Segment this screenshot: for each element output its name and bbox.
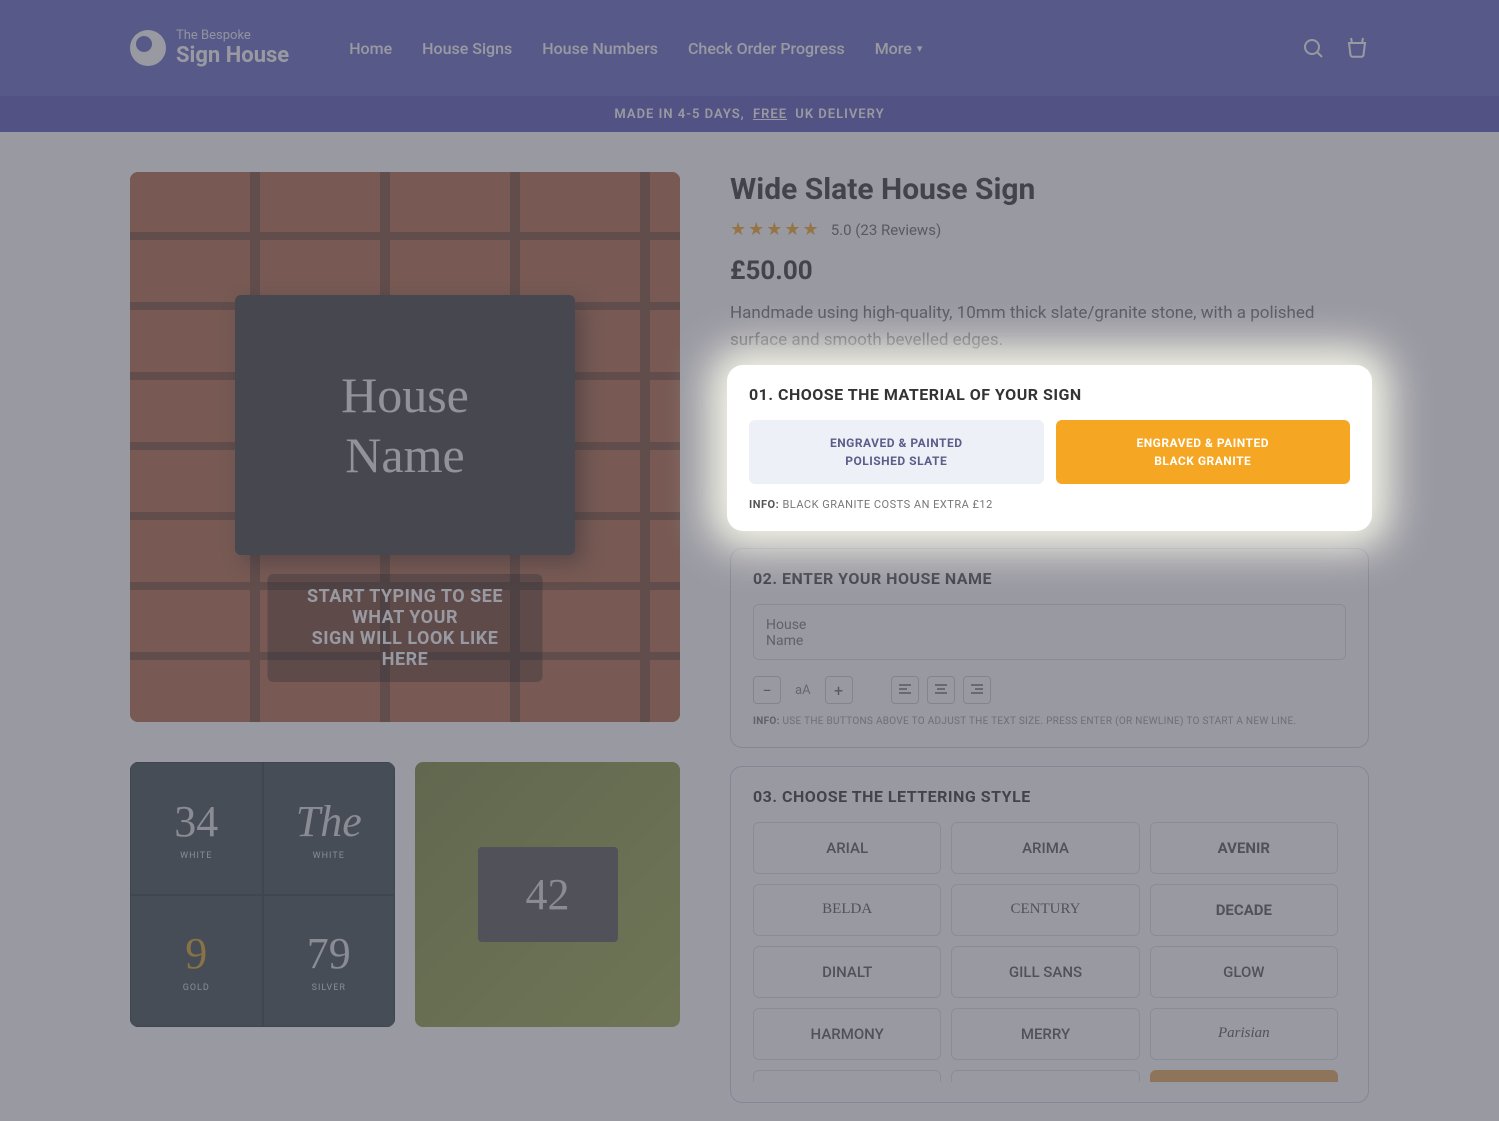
font-option-glow[interactable]: GLOW: [1150, 946, 1338, 998]
font-option-ovo[interactable]: OVO: [951, 1070, 1139, 1082]
sign-preview-text: House Name: [341, 365, 469, 485]
font-option-dinalt[interactable]: DINALT: [753, 946, 941, 998]
product-preview: House Name START TYPING TO SEE WHAT YOUR…: [130, 172, 680, 722]
font-option-belda[interactable]: BELDA: [753, 884, 941, 936]
font-option-arima[interactable]: ARIMA: [951, 822, 1139, 874]
text-size-increase-button[interactable]: +: [825, 676, 853, 704]
nav-more-label: More: [875, 39, 912, 58]
preview-hint: START TYPING TO SEE WHAT YOUR SIGN WILL …: [268, 574, 543, 682]
main-nav: Home House Signs House Numbers Check Ord…: [349, 39, 922, 58]
font-option-optima[interactable]: OPTIMA: [753, 1070, 941, 1082]
text-size-indicator: aA: [795, 683, 811, 698]
material-info: INFO: BLACK GRANITE COSTS AN EXTRA £12: [749, 498, 1350, 511]
text-size-decrease-button[interactable]: −: [753, 676, 781, 704]
font-option-avenir[interactable]: AVENIR: [1150, 822, 1338, 874]
nav-check-order[interactable]: Check Order Progress: [688, 39, 845, 58]
rating-row[interactable]: ★★★★★ 5.0 (23 Reviews): [730, 219, 1369, 240]
banner-post: UK DELIVERY: [795, 107, 884, 122]
step-3-section: 03. CHOOSE THE LETTERING STYLE ARIALARIM…: [730, 766, 1369, 1103]
logo-top-text: The Bespoke: [176, 28, 289, 43]
step-1-section: 01. CHOOSE THE MATERIAL OF YOUR SIGN ENG…: [727, 365, 1372, 531]
align-left-icon[interactable]: [891, 676, 919, 704]
cart-icon[interactable]: [1345, 36, 1369, 60]
logo[interactable]: The Bespoke Sign House: [130, 28, 289, 68]
nav-more[interactable]: More ▾: [875, 39, 923, 58]
nav-house-numbers[interactable]: House Numbers: [542, 39, 658, 58]
font-option-times[interactable]: TIMES: [1150, 1070, 1338, 1082]
search-icon[interactable]: [1301, 36, 1325, 60]
font-option-merry[interactable]: MERRY: [951, 1008, 1139, 1060]
banner-pre: MADE IN 4-5 DAYS,: [614, 107, 744, 122]
font-option-harmony[interactable]: HARMONY: [753, 1008, 941, 1060]
align-center-icon[interactable]: [927, 676, 955, 704]
font-option-decade[interactable]: DECADE: [1150, 884, 1338, 936]
align-right-icon[interactable]: [963, 676, 991, 704]
step-2-title: 02. ENTER YOUR HOUSE NAME: [753, 569, 1346, 588]
material-option-slate[interactable]: ENGRAVED & PAINTED POLISHED SLATE: [749, 420, 1044, 484]
logo-bottom-text: Sign House: [176, 43, 289, 68]
font-option-gill-sans[interactable]: GILL SANS: [951, 946, 1139, 998]
product-price: £50.00: [730, 256, 1369, 286]
material-option-granite[interactable]: ENGRAVED & PAINTED BLACK GRANITE: [1056, 420, 1351, 484]
chevron-down-icon: ▾: [917, 42, 923, 55]
banner-free: FREE: [753, 107, 787, 122]
step-2-section: 02. ENTER YOUR HOUSE NAME − aA + INFO: U…: [730, 548, 1369, 748]
product-description: Handmade using high-quality, 10mm thick …: [730, 300, 1330, 354]
font-grid: ARIALARIMAAVENIR BELDACENTURYDECADE DINALT…: [753, 822, 1346, 1082]
font-option-parisian[interactable]: Parisian: [1150, 1008, 1338, 1060]
stars-icon: ★★★★★: [730, 219, 821, 240]
font-option-arial[interactable]: ARIAL: [753, 822, 941, 874]
thumbnail-garden-example[interactable]: 42: [415, 762, 680, 1027]
logo-icon: [130, 30, 166, 66]
nav-home[interactable]: Home: [349, 39, 392, 58]
step-3-title: 03. CHOOSE THE LETTERING STYLE: [753, 787, 1346, 806]
step-1-title: 01. CHOOSE THE MATERIAL OF YOUR SIGN: [749, 385, 1350, 404]
thumbnail-engraving-samples[interactable]: 34WHITE TheWHITE 9GOLD 79SILVER: [130, 762, 395, 1027]
nav-house-signs[interactable]: House Signs: [422, 39, 512, 58]
house-name-input[interactable]: [753, 604, 1346, 660]
header: The Bespoke Sign House Home House Signs …: [0, 0, 1499, 96]
sign-plate: House Name: [235, 295, 575, 555]
product-title: Wide Slate House Sign: [730, 172, 1369, 207]
font-option-century[interactable]: CENTURY: [951, 884, 1139, 936]
promo-banner: MADE IN 4-5 DAYS, FREE UK DELIVERY: [0, 96, 1499, 132]
